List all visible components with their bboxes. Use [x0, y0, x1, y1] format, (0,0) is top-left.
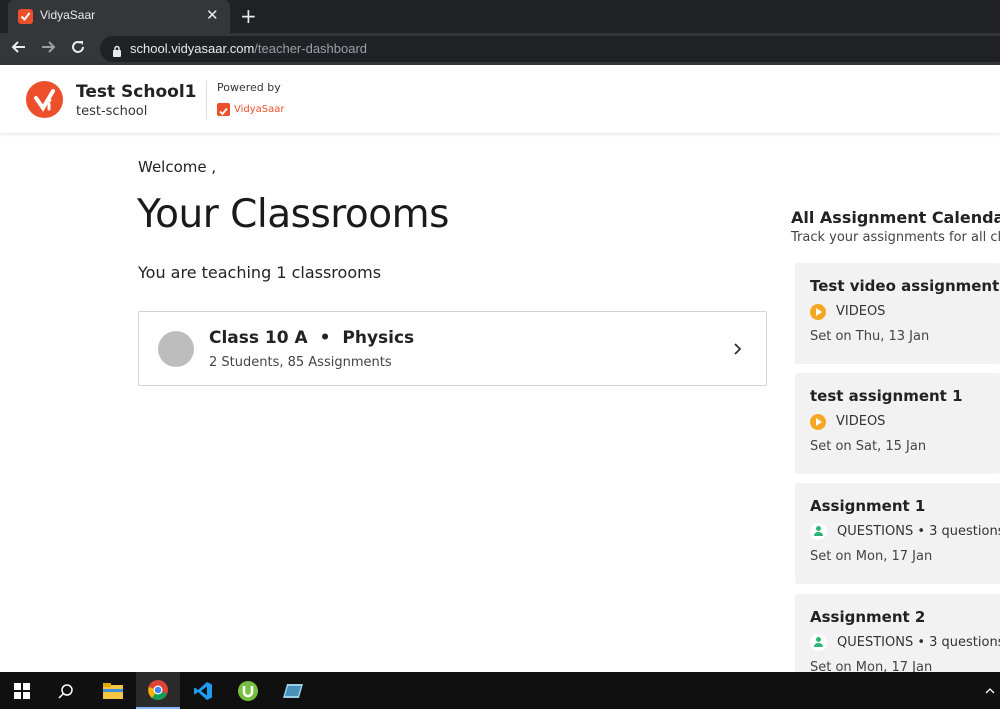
class-subject: Physics — [342, 328, 415, 348]
utorrent-icon — [238, 680, 258, 701]
windows-logo-icon — [14, 682, 30, 699]
assignment-type: QUESTIONS • 3 questions — [810, 523, 1000, 540]
brand-name: VidyaSaar — [234, 103, 285, 115]
assignment-date: Set on Mon, 17 Jan — [810, 549, 933, 564]
url-text: school.vidyasaar.com/teacher-dashboard — [130, 41, 367, 56]
class-separator: • — [319, 328, 331, 348]
assignment-card[interactable]: Assignment 1 QUESTIONS • 3 questions Set… — [795, 483, 1000, 584]
address-bar[interactable]: school.vidyasaar.com/teacher-dashboard — [100, 36, 1000, 62]
teaching-summary: You are teaching 1 classrooms — [138, 263, 382, 282]
taskbar-vscode[interactable] — [181, 672, 225, 709]
search-button[interactable] — [44, 672, 88, 709]
tab-title: VidyaSaar — [40, 8, 96, 22]
school-name: Test School1 — [76, 82, 197, 102]
assignment-type-label: VIDEOS — [836, 304, 886, 319]
taskbar-utorrent[interactable] — [226, 672, 270, 709]
folder-icon — [103, 682, 123, 699]
assignment-type: VIDEOS — [810, 303, 885, 320]
classroom-card[interactable]: Class 10 A • Physics 2 Students, 85 Assi… — [138, 311, 767, 386]
start-button[interactable] — [0, 672, 44, 709]
calendar-subtitle: Track your assignments for all class — [791, 230, 1000, 245]
tab-close-icon[interactable]: ✕ — [206, 6, 219, 24]
windows-taskbar — [0, 672, 1000, 709]
assignment-type-label: QUESTIONS • 3 questions — [837, 524, 1000, 539]
class-title: Class 10 A • Physics — [209, 328, 414, 348]
url-path: /teacher-dashboard — [254, 41, 368, 56]
browser-toolbar: school.vidyasaar.com/teacher-dashboard — [0, 33, 1000, 65]
assignment-title: test assignment 1 — [810, 387, 963, 405]
class-meta: 2 Students, 85 Assignments — [209, 355, 392, 370]
class-avatar — [158, 331, 194, 367]
chevron-right-icon[interactable] — [731, 341, 743, 355]
new-tab-button[interactable]: + — [240, 4, 257, 28]
browser-tab-strip: VidyaSaar ✕ + — [0, 0, 1000, 33]
tray-overflow[interactable] — [980, 672, 1000, 709]
lock-icon — [112, 42, 122, 57]
reload-icon[interactable] — [70, 39, 86, 59]
assignment-type-label: QUESTIONS • 3 questions — [837, 635, 1000, 650]
play-icon — [810, 303, 826, 320]
assignment-type: VIDEOS — [810, 413, 885, 430]
assignment-card[interactable]: Test video assignment VIDEOS Set on Thu,… — [795, 263, 1000, 364]
assignment-date: Set on Thu, 13 Jan — [810, 329, 930, 344]
school-slug: test-school — [76, 104, 148, 119]
assignment-card[interactable]: test assignment 1 VIDEOS Set on Sat, 15 … — [795, 373, 1000, 474]
assignment-title: Assignment 2 — [810, 608, 926, 626]
play-icon — [810, 413, 826, 430]
assignment-title: Assignment 1 — [810, 497, 926, 515]
assignment-title: Test video assignment — [810, 277, 1000, 295]
page-title: Your Classrooms — [137, 192, 449, 237]
header-divider — [206, 81, 207, 119]
vscode-icon — [194, 681, 212, 700]
app-header: Test School1 test-school Powered by Vidy… — [0, 65, 1000, 133]
class-name: Class 10 A — [209, 328, 308, 348]
assignment-type: QUESTIONS • 3 questions — [810, 634, 1000, 651]
chrome-icon — [148, 679, 168, 700]
brand-link[interactable]: VidyaSaar — [217, 102, 285, 116]
vidyasaar-favicon-icon — [18, 9, 33, 24]
calendar-title: All Assignment Calendar — [791, 208, 1000, 227]
url-host: school.vidyasaar.com — [130, 41, 255, 56]
taskbar-file-explorer[interactable] — [91, 672, 135, 709]
forward-arrow-icon[interactable] — [40, 39, 56, 59]
app-window-icon — [283, 683, 303, 698]
browser-tab[interactable]: VidyaSaar ✕ — [8, 0, 230, 33]
search-icon — [58, 683, 73, 699]
person-icon — [810, 523, 827, 540]
taskbar-chrome[interactable] — [136, 672, 180, 709]
assignment-type-label: VIDEOS — [836, 414, 886, 429]
back-arrow-icon[interactable] — [11, 39, 27, 59]
welcome-text: Welcome , — [138, 158, 217, 176]
school-logo-icon[interactable] — [26, 81, 63, 118]
person-icon — [810, 634, 827, 651]
powered-by-label: Powered by — [217, 81, 281, 94]
vidyasaar-logo-icon — [217, 102, 230, 116]
assignment-date: Set on Sat, 15 Jan — [810, 439, 927, 454]
taskbar-app[interactable] — [271, 672, 315, 709]
chevron-up-icon — [985, 687, 995, 693]
